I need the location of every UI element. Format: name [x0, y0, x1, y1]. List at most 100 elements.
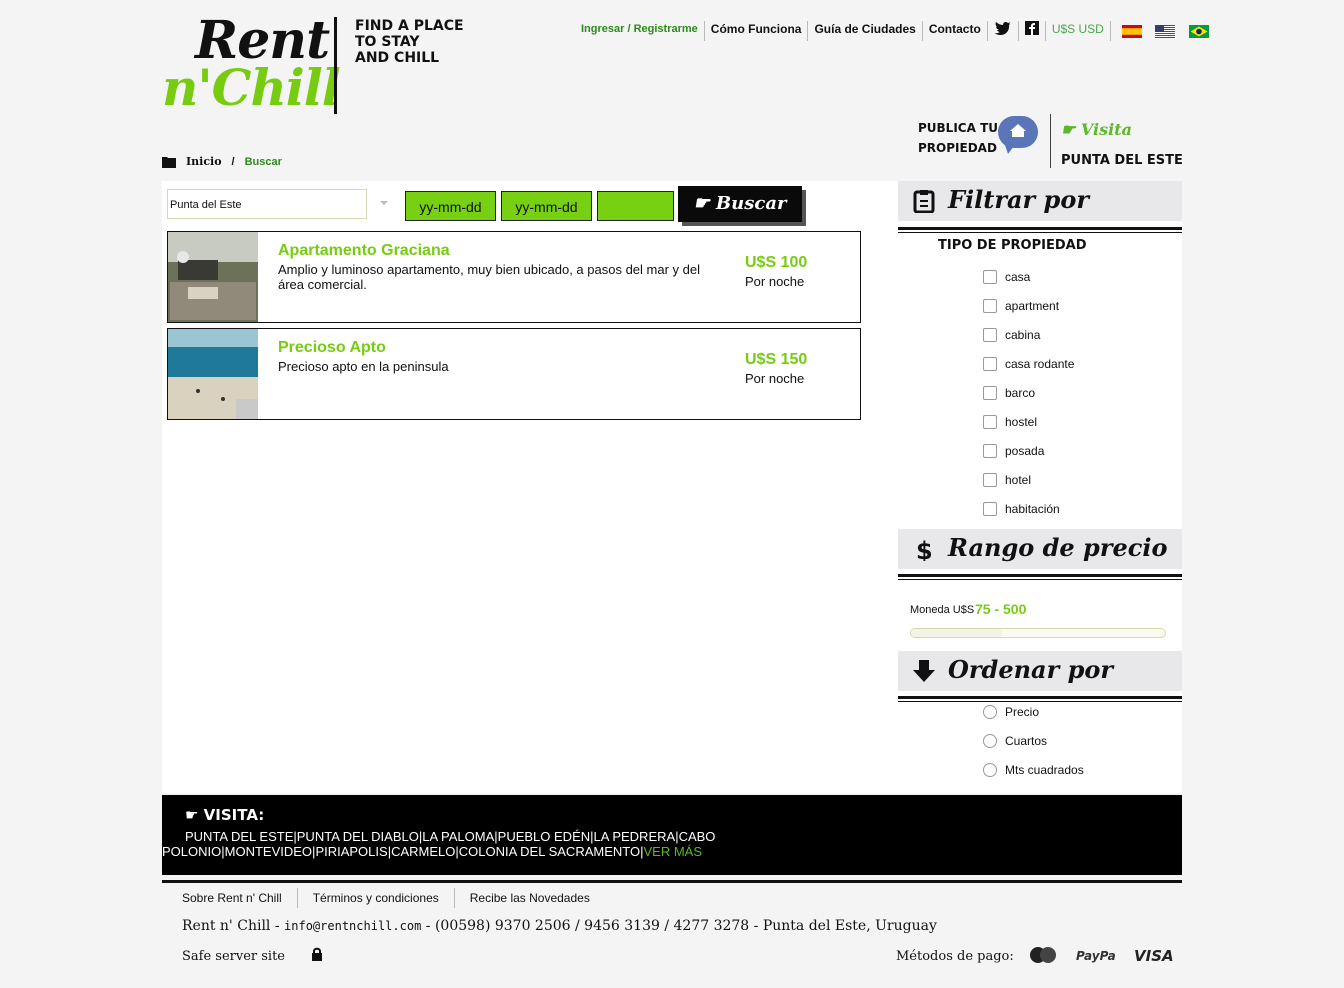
- house-icon[interactable]: [998, 116, 1038, 154]
- visita-promo-text: Visita: [1080, 120, 1132, 139]
- checkbox[interactable]: [983, 328, 997, 342]
- city-link[interactable]: CARMELO: [391, 844, 455, 859]
- location-input[interactable]: Punta del Este: [167, 189, 367, 219]
- contacto-link[interactable]: Contacto: [923, 21, 988, 41]
- search-button[interactable]: ☛ Buscar: [678, 186, 802, 222]
- breadcrumb-current: Buscar: [244, 155, 282, 168]
- visita-divider: [1050, 114, 1051, 168]
- type-option-hotel[interactable]: hotel: [983, 473, 1031, 487]
- usa-flag-icon[interactable]: [1155, 25, 1176, 39]
- paypal-icon: PayPal: [1076, 949, 1121, 963]
- order-option-precio[interactable]: Precio: [983, 705, 1039, 719]
- order-option-label: Precio: [1005, 705, 1040, 719]
- checkbox[interactable]: [983, 415, 997, 429]
- footer-link-sobre[interactable]: Sobre Rent n' Chill: [182, 888, 297, 908]
- price-range-slider[interactable]: [910, 628, 1166, 638]
- guests-input[interactable]: [597, 191, 674, 221]
- brazil-flag-icon[interactable]: [1188, 25, 1209, 39]
- arrow-down-icon: [913, 660, 935, 682]
- type-option-cabina[interactable]: cabina: [983, 328, 1040, 342]
- radio[interactable]: [983, 705, 997, 719]
- type-option-casa[interactable]: casa: [983, 270, 1030, 284]
- type-option-label: casa: [1005, 270, 1031, 284]
- checkbox[interactable]: [983, 299, 997, 313]
- currency-selector[interactable]: U$S USD: [1046, 21, 1111, 41]
- guia-ciudades-link[interactable]: Guía de Ciudades: [808, 21, 923, 41]
- type-option-label: hostel: [1005, 415, 1038, 429]
- city-link[interactable]: COLONIA DEL SACRAMENTO: [459, 844, 640, 859]
- visita-promo-city[interactable]: PUNTA DEL ESTE: [1061, 153, 1183, 168]
- checkout-input[interactable]: yy-mm-dd: [501, 191, 592, 221]
- safe-server-text: Safe server site: [182, 949, 286, 964]
- checkbox[interactable]: [983, 473, 997, 487]
- visita-promo-link[interactable]: ☛ Visita: [1061, 120, 1132, 139]
- filter-rule: [898, 227, 1182, 230]
- radio[interactable]: [983, 734, 997, 748]
- ver-mas-link[interactable]: VER MÁS: [643, 844, 702, 859]
- spain-flag-icon[interactable]: [1121, 25, 1142, 39]
- listing-card[interactable]: Apartamento Graciana Amplio y luminoso a…: [167, 231, 861, 323]
- checkbox[interactable]: [983, 357, 997, 371]
- order-header: Ordenar por: [898, 651, 1182, 691]
- breadcrumb-separator: /: [231, 155, 235, 168]
- visa-icon: VISA: [1134, 947, 1174, 965]
- filter-rule-thin: [898, 232, 1182, 233]
- price-range-header: $ Rango de precio: [898, 529, 1182, 569]
- type-option-label: cabina: [1005, 328, 1041, 342]
- order-rule-thin: [898, 701, 1182, 702]
- price-range-title: Rango de precio: [948, 533, 1168, 562]
- order-title: Ordenar por: [948, 655, 1114, 684]
- tagline-line-1: FIND A PLACE: [355, 18, 464, 34]
- city-link[interactable]: LA PEDRERA: [594, 829, 676, 844]
- listing-title[interactable]: Precioso Apto: [278, 339, 386, 357]
- checkbox[interactable]: [983, 270, 997, 284]
- listing-photo[interactable]: [168, 232, 258, 322]
- checkbox[interactable]: [983, 444, 997, 458]
- listing-price-unit: Por noche: [745, 274, 805, 289]
- order-option-cuartos[interactable]: Cuartos: [983, 734, 1047, 748]
- listing-title[interactable]: Apartamento Graciana: [278, 242, 450, 260]
- listing-description: Amplio y luminoso apartamento, muy bien …: [278, 262, 700, 292]
- city-link[interactable]: MONTEVIDEO: [225, 844, 312, 859]
- type-option-apartment[interactable]: apartment: [983, 299, 1059, 313]
- listing-price: U$S 150: [745, 351, 808, 368]
- city-link[interactable]: PUNTA DEL ESTE: [185, 829, 293, 844]
- footer-visita-label: ☛ VISITA:: [185, 806, 265, 824]
- footer-link-terminos[interactable]: Términos y condiciones: [296, 888, 454, 908]
- type-option-casa-rodante[interactable]: casa rodante: [983, 357, 1074, 371]
- checkbox[interactable]: [983, 386, 997, 400]
- contact-email[interactable]: info@rentnchill.com: [284, 919, 421, 933]
- city-link[interactable]: LA PALOMA: [422, 829, 494, 844]
- login-link[interactable]: Ingresar / Registrarme: [575, 21, 705, 41]
- language-flags: [1111, 24, 1214, 39]
- type-option-label: habitación: [1005, 502, 1060, 516]
- filter-header: Filtrar por: [898, 181, 1182, 221]
- checkin-input[interactable]: yy-mm-dd: [405, 191, 496, 221]
- listing-photo[interactable]: [168, 329, 258, 419]
- como-funciona-link[interactable]: Cómo Funciona: [705, 21, 809, 41]
- facebook-icon[interactable]: [1019, 21, 1046, 41]
- twitter-icon[interactable]: [988, 21, 1019, 41]
- city-link[interactable]: PIRIAPOLIS: [315, 844, 387, 859]
- city-link[interactable]: PUNTA DEL DIABLO: [297, 829, 419, 844]
- type-option-barco[interactable]: barco: [983, 386, 1035, 400]
- chevron-down-icon[interactable]: [380, 201, 388, 205]
- radio[interactable]: [983, 763, 997, 777]
- order-option-mts[interactable]: Mts cuadrados: [983, 763, 1084, 777]
- footer-link-novedades[interactable]: Recibe las Novedades: [453, 888, 605, 908]
- publica-propiedad-link[interactable]: PUBLICA TU PROPIEDAD: [918, 118, 998, 158]
- price-rule: [898, 574, 1182, 577]
- search-button-label: Buscar: [715, 193, 787, 214]
- type-option-hostel[interactable]: hostel: [983, 415, 1037, 429]
- tagline-line-2: TO STAY: [355, 34, 420, 50]
- listing-card[interactable]: Precioso Apto Precioso apto en la penins…: [167, 328, 861, 420]
- type-option-posada[interactable]: posada: [983, 444, 1044, 458]
- type-option-habitacion[interactable]: habitación: [983, 502, 1060, 516]
- breadcrumb-home[interactable]: Inicio: [186, 155, 222, 168]
- city-link[interactable]: PUEBLO EDÉN: [498, 829, 590, 844]
- logo-chill[interactable]: n'Chill: [162, 58, 341, 117]
- top-nav: Ingresar / Registrarme Cómo Funciona Guí…: [575, 21, 1214, 41]
- payment-methods: Métodos de pago: PayPal VISA: [896, 947, 1174, 965]
- checkbox[interactable]: [983, 502, 997, 516]
- city-links: PUNTA DEL ESTE|PUNTA DEL DIABLO|LA PALOM…: [162, 829, 716, 859]
